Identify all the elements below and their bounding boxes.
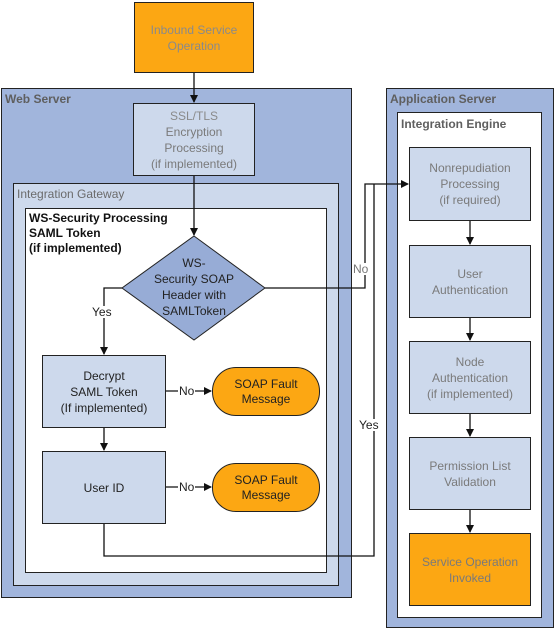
- edge-label-no-userid: No: [178, 480, 196, 494]
- fault1-line-2: Message: [241, 391, 291, 406]
- inbound-service-operation-node: Inbound Service Operation: [134, 2, 254, 73]
- fault1-line-1: SOAP Fault: [234, 376, 298, 391]
- engine-step-service-operation-invoked: Service Operation Invoked: [409, 533, 531, 606]
- decrypt-line-1: Decrypt: [83, 368, 125, 383]
- decision-line-2: Security SOAP: [153, 272, 235, 286]
- edge-label-yes-decision: Yes: [91, 305, 113, 319]
- engine-step-node-authentication: Node Authentication (if implemented): [409, 341, 531, 414]
- soap-fault-message-2: SOAP Fault Message: [212, 463, 320, 512]
- ws-security-title-line-3: (if implemented): [29, 241, 122, 255]
- engine-step-nonrepudiation: Nonrepudiation Processing (if required): [409, 147, 531, 221]
- ssl-line-2: Encryption: [165, 124, 223, 139]
- edge-label-no-decision: No: [352, 262, 370, 276]
- ws-security-title-line-2: SAML Token: [29, 226, 101, 240]
- step1-line-2: Processing: [440, 177, 500, 191]
- step3-line-1: Node: [455, 354, 485, 369]
- step3-line-2: Authentication: [431, 370, 509, 385]
- ssl-line-3: Processing: [164, 140, 224, 155]
- ws-security-title-line-1: WS-Security Processing: [29, 211, 168, 225]
- step2-line-1: User: [457, 266, 483, 281]
- user-id-label: User ID: [83, 480, 125, 495]
- step3-line-3: (if implemented): [426, 386, 514, 401]
- web-server-title: Web Server: [5, 92, 71, 106]
- step5-line-1: Service Operation: [421, 554, 519, 569]
- fault2-line-1: SOAP Fault: [234, 472, 298, 487]
- decision-line-1: WS-: [182, 256, 206, 270]
- decision-line-4: SAMLToken: [162, 304, 226, 318]
- ws-security-title: WS-Security Processing SAML Token (if im…: [29, 211, 168, 256]
- step1-line-1: Nonrepudiation: [429, 161, 511, 175]
- integration-gateway-title: Integration Gateway: [17, 187, 125, 201]
- decision-label: WS- Security SOAP Header with SAMLToken: [132, 255, 256, 319]
- inbound-line-1: Inbound Service: [150, 22, 238, 37]
- soap-fault-message-1: SOAP Fault Message: [212, 367, 320, 416]
- step2-line-2: Authentication: [431, 282, 509, 297]
- ssl-line-1: SSL/TLS: [169, 108, 219, 123]
- decrypt-line-2: SAML Token: [70, 384, 138, 399]
- inbound-line-2: Operation: [167, 38, 221, 53]
- edge-label-no-decrypt: No: [178, 384, 196, 398]
- engine-step-permission-list-validation: Permission List Validation: [409, 437, 531, 510]
- engine-step-user-authentication: User Authentication: [409, 245, 531, 318]
- step4-line-2: Validation: [444, 474, 496, 489]
- ssl-line-4: (if implemented): [150, 156, 238, 171]
- application-server-title: Application Server: [390, 92, 497, 106]
- user-id-node: User ID: [42, 451, 166, 524]
- fault2-line-2: Message: [241, 487, 291, 502]
- step5-line-2: Invoked: [448, 570, 491, 585]
- edge-label-yes-userid: Yes: [358, 418, 380, 432]
- integration-engine-title: Integration Engine: [401, 117, 507, 131]
- decision-line-3: Header with: [161, 288, 227, 302]
- step1-line-3: (if required): [439, 193, 501, 207]
- decrypt-saml-token-node: Decrypt SAML Token (If implemented): [42, 355, 166, 428]
- ssl-tls-encryption-node: SSL/TLS Encryption Processing (if implem…: [133, 103, 255, 176]
- step4-line-1: Permission List: [429, 458, 511, 473]
- decrypt-line-3: (If implemented): [60, 400, 148, 415]
